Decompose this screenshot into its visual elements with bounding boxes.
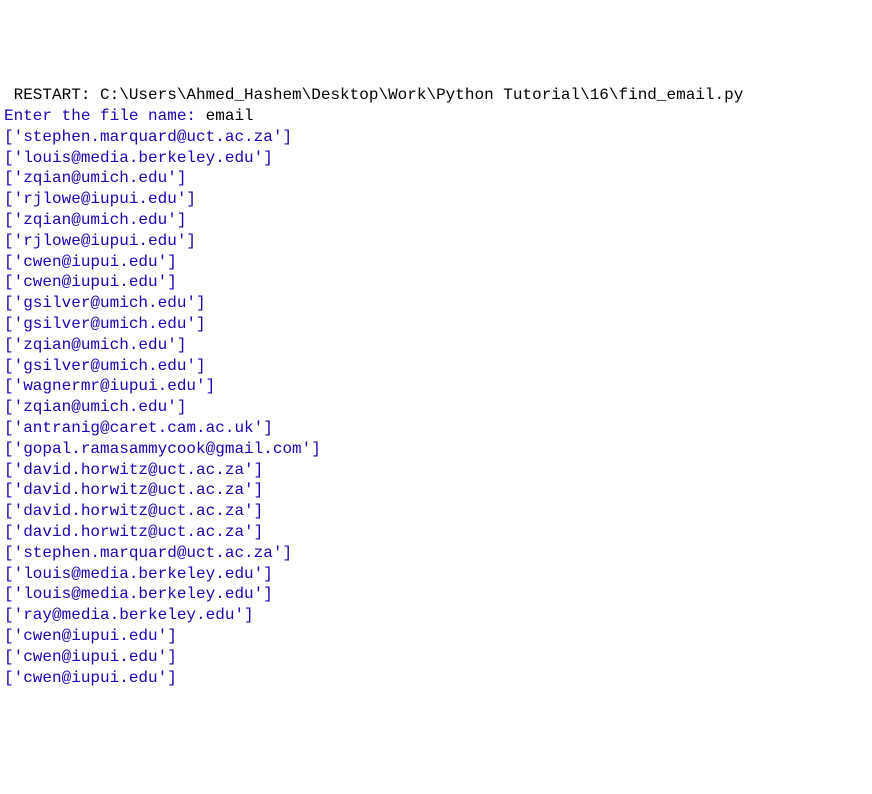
output-line: ['gsilver@umich.edu'] <box>4 356 868 377</box>
output-line: ['david.horwitz@uct.ac.za'] <box>4 480 868 501</box>
output-line: ['zqian@umich.edu'] <box>4 168 868 189</box>
output-line: ['rjlowe@iupui.edu'] <box>4 189 868 210</box>
output-line: ['ray@media.berkeley.edu'] <box>4 605 868 626</box>
output-line: ['cwen@iupui.edu'] <box>4 252 868 273</box>
output-list: ['stephen.marquard@uct.ac.za']['louis@me… <box>4 127 868 689</box>
restart-line: RESTART: C:\Users\Ahmed_Hashem\Desktop\W… <box>4 85 868 106</box>
output-line: ['gsilver@umich.edu'] <box>4 314 868 335</box>
output-line: ['louis@media.berkeley.edu'] <box>4 584 868 605</box>
input-prompt-line[interactable]: Enter the file name: email <box>4 106 868 127</box>
user-input: email <box>206 107 254 125</box>
restart-label: RESTART: <box>4 86 100 104</box>
output-line: ['cwen@iupui.edu'] <box>4 626 868 647</box>
output-line: ['zqian@umich.edu'] <box>4 210 868 231</box>
output-line: ['louis@media.berkeley.edu'] <box>4 148 868 169</box>
output-line: ['stephen.marquard@uct.ac.za'] <box>4 543 868 564</box>
output-line: ['zqian@umich.edu'] <box>4 335 868 356</box>
output-line: ['gsilver@umich.edu'] <box>4 293 868 314</box>
output-line: ['rjlowe@iupui.edu'] <box>4 231 868 252</box>
output-line: ['cwen@iupui.edu'] <box>4 668 868 689</box>
output-line: ['gopal.ramasammycook@gmail.com'] <box>4 439 868 460</box>
output-line: ['david.horwitz@uct.ac.za'] <box>4 522 868 543</box>
output-line: ['antranig@caret.cam.ac.uk'] <box>4 418 868 439</box>
output-line: ['david.horwitz@uct.ac.za'] <box>4 460 868 481</box>
prompt-label: Enter the file name: <box>4 107 206 125</box>
console-output: RESTART: C:\Users\Ahmed_Hashem\Desktop\W… <box>4 85 868 688</box>
output-line: ['cwen@iupui.edu'] <box>4 272 868 293</box>
output-line: ['david.horwitz@uct.ac.za'] <box>4 501 868 522</box>
output-line: ['louis@media.berkeley.edu'] <box>4 564 868 585</box>
output-line: ['cwen@iupui.edu'] <box>4 647 868 668</box>
output-line: ['stephen.marquard@uct.ac.za'] <box>4 127 868 148</box>
restart-path: C:\Users\Ahmed_Hashem\Desktop\Work\Pytho… <box>100 86 753 104</box>
output-line: ['wagnermr@iupui.edu'] <box>4 376 868 397</box>
output-line: ['zqian@umich.edu'] <box>4 397 868 418</box>
